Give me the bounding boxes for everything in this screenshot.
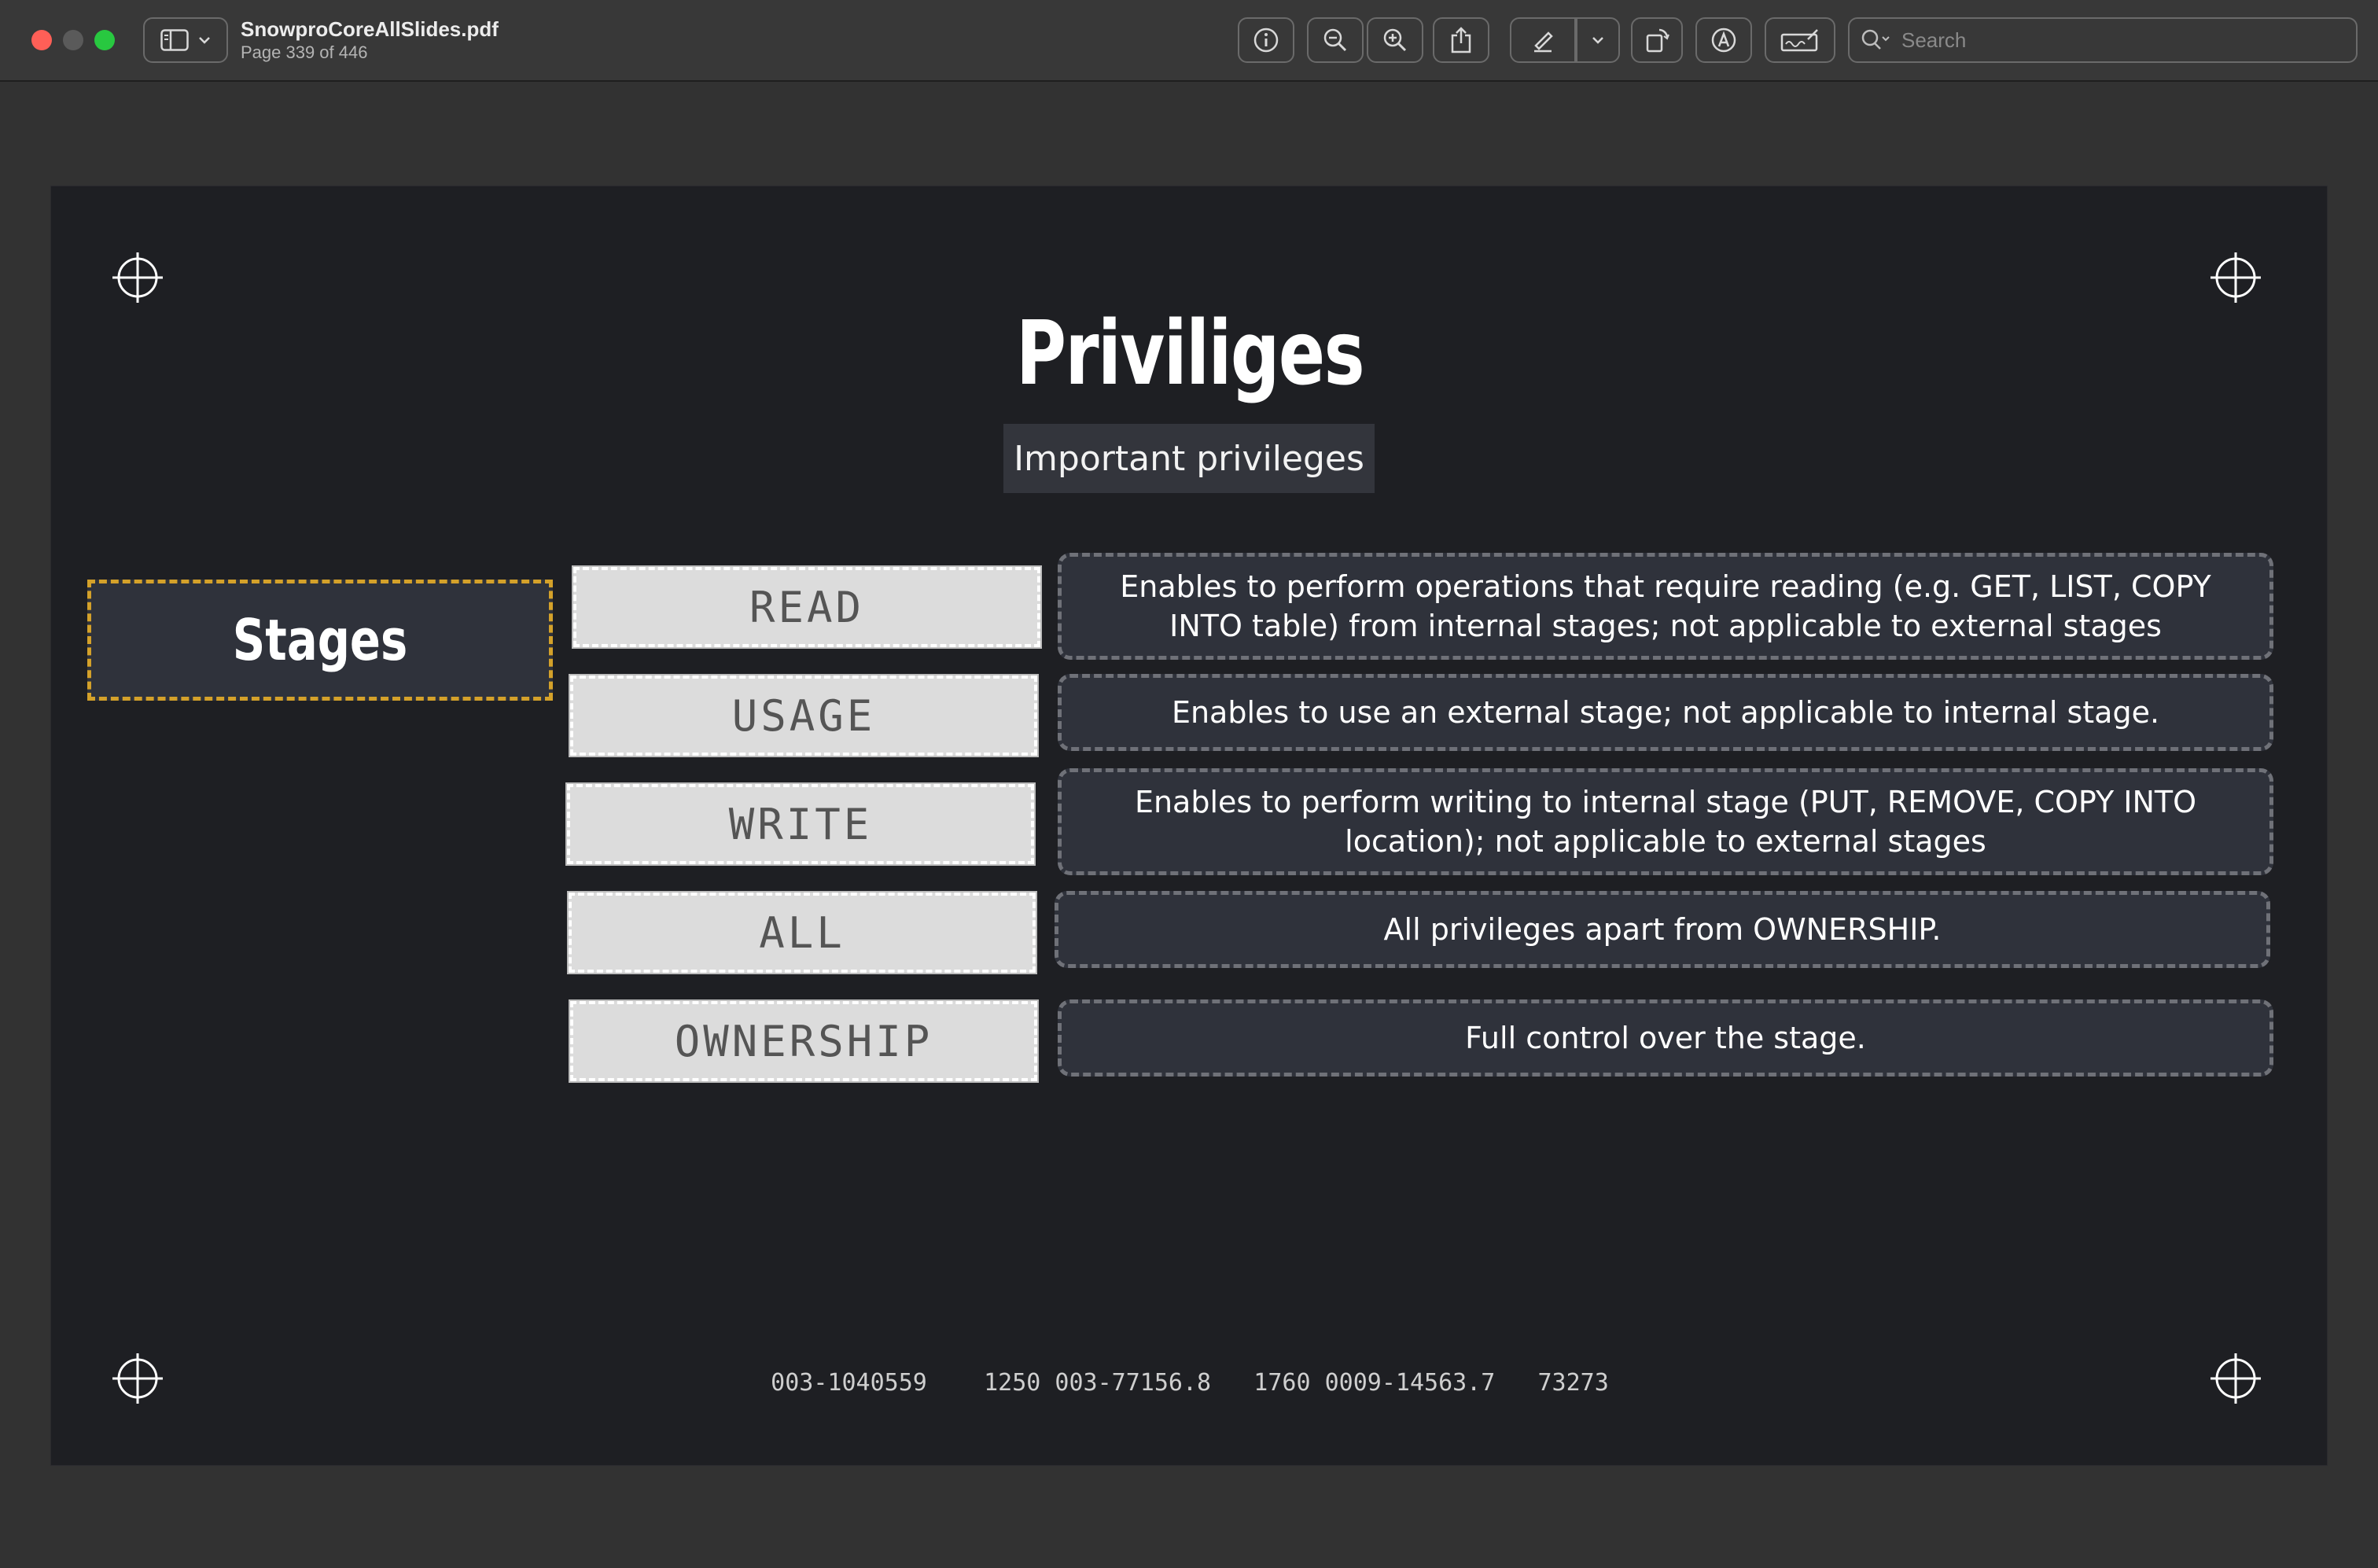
pen-options-dropdown[interactable] [1576, 17, 1620, 63]
rotate-icon [1646, 28, 1669, 53]
minimize-window-button[interactable] [63, 30, 83, 50]
chevron-down-icon [1592, 37, 1603, 44]
highlight-pen-button[interactable] [1510, 17, 1576, 63]
privilege-all-description: All privileges apart from OWNERSHIP. [1055, 891, 2270, 968]
privilege-read-description: Enables to perform operations that requi… [1058, 553, 2273, 660]
search-icon [1861, 29, 1890, 50]
sidebar-toggle-button[interactable] [143, 17, 228, 63]
pen-icon [1534, 31, 1553, 53]
chevron-down-icon [199, 37, 210, 44]
privilege-usage-description: Enables to use an external stage; not ap… [1058, 674, 2273, 751]
registration-mark-icon [2211, 252, 2261, 303]
slide-title: Priviliges [1015, 303, 1365, 405]
zoom-out-icon [1323, 28, 1347, 52]
slide-subtitle: Important privileges [1003, 424, 1375, 493]
close-window-button[interactable] [31, 30, 52, 50]
privilege-usage: USAGE [569, 674, 1039, 757]
rotate-button[interactable] [1631, 17, 1683, 63]
page-indicator: Page 339 of 446 [241, 42, 368, 62]
privilege-all: ALL [567, 891, 1037, 974]
privilege-write: WRITE [565, 782, 1036, 866]
privilege-read: READ [572, 565, 1042, 649]
share-button[interactable] [1433, 17, 1489, 63]
info-button[interactable] [1238, 17, 1294, 63]
privilege-ownership-description: Full control over the stage. [1058, 999, 2273, 1077]
maximize-window-button[interactable] [94, 30, 115, 50]
zoom-out-button[interactable] [1307, 17, 1364, 63]
markup-button[interactable] [1695, 17, 1752, 63]
signature-icon [1780, 29, 1818, 52]
sidebar-icon [160, 29, 189, 51]
zoom-in-button[interactable] [1367, 17, 1423, 63]
share-icon [1451, 27, 1471, 53]
zoom-in-icon [1383, 28, 1407, 52]
category-label: Stages [232, 607, 408, 673]
footer-codes: 003-1040559 1250 003-77156.8 1760 0009-1… [771, 1369, 1609, 1397]
info-icon [1253, 28, 1279, 53]
registration-mark-icon [112, 252, 163, 303]
window-titlebar: SnowproCoreAllSlides.pdf Page 339 of 446 [0, 0, 2378, 82]
markup-icon [1711, 28, 1736, 53]
privilege-ownership: OWNERSHIP [569, 999, 1039, 1083]
signature-button[interactable] [1765, 17, 1835, 63]
category-box: Stages [87, 580, 553, 701]
search-field[interactable] [1848, 17, 2358, 63]
privilege-write-description: Enables to perform writing to internal s… [1058, 768, 2273, 875]
document-title: SnowproCoreAllSlides.pdf [241, 17, 499, 41]
pdf-page: Priviliges Important privileges Stages R… [50, 186, 2328, 1466]
search-input[interactable] [1901, 28, 2342, 53]
